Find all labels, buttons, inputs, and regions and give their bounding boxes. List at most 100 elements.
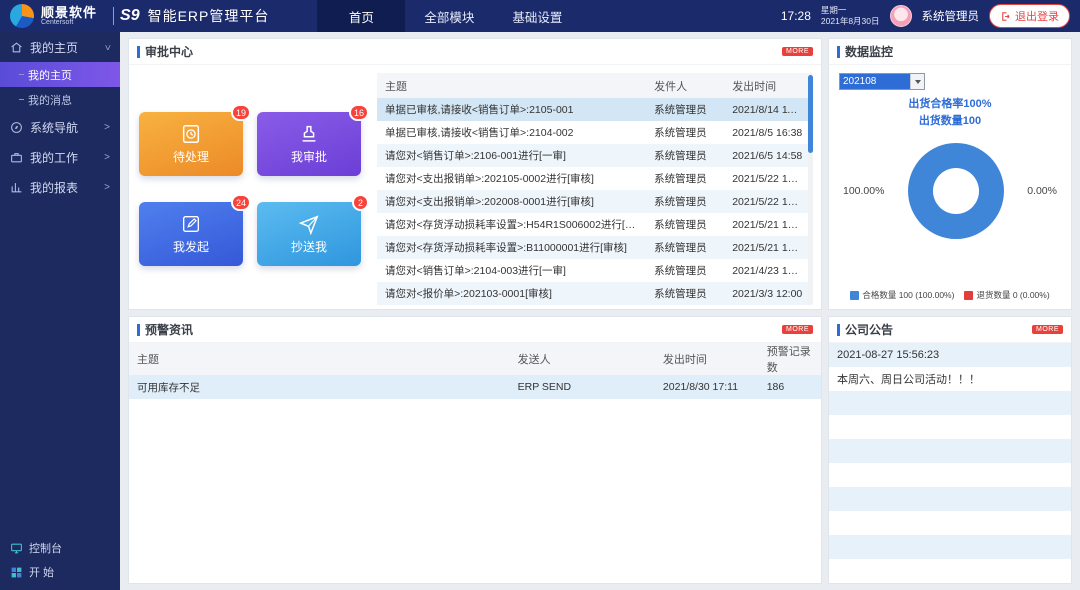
logout-button[interactable]: 退出登录 bbox=[989, 4, 1070, 28]
logout-label: 退出登录 bbox=[1015, 8, 1059, 24]
approval-row[interactable]: 请您对<报价单>:202103-0001[审核]系统管理员2021/3/3 12… bbox=[377, 282, 811, 305]
console-label: 控制台 bbox=[29, 540, 62, 556]
col-sender: 发件人 bbox=[646, 73, 724, 98]
col-sender: 发送人 bbox=[510, 343, 655, 375]
announcement-empty-row bbox=[829, 415, 1071, 439]
start-grid-icon bbox=[10, 566, 23, 579]
cc-count-badge: 2 bbox=[352, 194, 369, 211]
chevron-right-icon: > bbox=[104, 152, 110, 163]
legend-swatch-red bbox=[964, 291, 973, 300]
approval-row[interactable]: 单据已审核,请接收<销售订单>:2105-001系统管理员2021/8/14 1… bbox=[377, 98, 811, 121]
home-icon bbox=[10, 41, 23, 54]
my-approvals-count-badge: 16 bbox=[349, 104, 369, 121]
donut-left-label: 100.00% bbox=[843, 185, 884, 197]
announcement-date[interactable]: 2021-08-27 15:56:23 bbox=[829, 343, 1071, 367]
tile-initiated-by-me[interactable]: 24 我发起 bbox=[139, 202, 243, 266]
shipment-stats: 出货合格率100% 出货数量100 bbox=[839, 96, 1061, 129]
sidebar-item-label: 我的工作 bbox=[30, 149, 78, 166]
period-select[interactable]: 202108 bbox=[839, 73, 925, 90]
approval-more-button[interactable]: MORE bbox=[782, 47, 813, 56]
donut-right-label: 0.00% bbox=[1027, 185, 1057, 197]
sidebar-item-my-messages[interactable]: 我的消息 bbox=[0, 87, 120, 112]
legend-returns[interactable]: 退货数量 0 (0.00%) bbox=[964, 289, 1049, 301]
brand-name: 顺景软件 bbox=[41, 6, 97, 20]
data-monitor-title: 数据监控 bbox=[837, 43, 893, 60]
brand-subtitle: Centersoft bbox=[41, 19, 97, 26]
tab-all-modules[interactable]: 全部模块 bbox=[405, 0, 493, 32]
tab-basic-settings[interactable]: 基础设置 bbox=[493, 0, 581, 32]
sidebar-group-my-home[interactable]: 我的主页 > bbox=[0, 32, 120, 62]
pending-count-badge: 19 bbox=[231, 104, 251, 121]
approval-row[interactable]: 请您对<存货浮动损耗率设置>:H54R1S006002进行[审核]系统管理员20… bbox=[377, 213, 811, 236]
briefcase-icon bbox=[10, 151, 23, 164]
approval-row[interactable]: 请您对<支出报销单>:202105-0002进行[审核]系统管理员2021/5/… bbox=[377, 167, 811, 190]
period-value: 202108 bbox=[840, 74, 910, 89]
approval-row[interactable]: 请您对<销售订单>:2104-003进行[一审]系统管理员2021/4/23 1… bbox=[377, 259, 811, 282]
col-warning-count: 预警记录数 bbox=[759, 343, 821, 375]
console-monitor-icon bbox=[10, 542, 23, 555]
pass-rate-stat: 出货合格率100% bbox=[839, 96, 1061, 113]
shipment-qty-stat: 出货数量100 bbox=[839, 113, 1061, 130]
user-avatar[interactable] bbox=[890, 5, 912, 27]
stamp-icon bbox=[298, 123, 320, 145]
announcement-text[interactable]: 本周六、周日公司活动！！！ bbox=[829, 367, 1071, 391]
console-button[interactable]: 控制台 bbox=[0, 536, 120, 560]
approval-row[interactable]: 单据已审核,请接收<销售订单>:2104-002系统管理员2021/8/5 16… bbox=[377, 121, 811, 144]
warning-info-title: 预警资讯 bbox=[137, 321, 193, 338]
sidebar: 我的主页 > 我的主页 我的消息 系统导航 > 我的工作 > 我的报表 > 控制… bbox=[0, 32, 120, 590]
tile-label: 抄送我 bbox=[291, 238, 327, 255]
announcement-empty-row bbox=[829, 391, 1071, 415]
brand-logo-icon bbox=[10, 4, 34, 28]
announcement-empty-row bbox=[829, 535, 1071, 559]
scrollbar-thumb[interactable] bbox=[808, 75, 813, 153]
weekday-label: 星期一 bbox=[821, 5, 880, 16]
legend-qualified[interactable]: 合格数量 100 (100.00%) bbox=[850, 289, 954, 301]
col-sent-time: 发出时间 bbox=[655, 343, 759, 375]
sidebar-item-system-nav[interactable]: 系统导航 > bbox=[0, 112, 120, 142]
scrollbar-track bbox=[808, 73, 813, 305]
shipment-donut bbox=[908, 143, 1004, 239]
pending-clock-icon bbox=[180, 123, 202, 145]
approval-table: 主题 发件人 发出时间 单据已审核,请接收<销售订单>:2105-001系统管理… bbox=[377, 73, 811, 305]
col-sent-time: 发出时间 bbox=[724, 73, 811, 98]
warning-table: 主题 发送人 发出时间 预警记录数 可用库存不足 ERP SEND 2021/8… bbox=[129, 343, 821, 399]
warning-more-button[interactable]: MORE bbox=[782, 325, 813, 334]
edit-icon bbox=[180, 213, 202, 235]
date-label: 2021年8月30日 bbox=[821, 16, 880, 27]
approval-row[interactable]: 请您对<存货浮动损耗率设置>:B11000001进行[审核]系统管理员2021/… bbox=[377, 236, 811, 259]
tab-home[interactable]: 首页 bbox=[317, 0, 405, 32]
username-label: 系统管理员 bbox=[922, 8, 980, 24]
start-button[interactable]: 开 始 bbox=[0, 560, 120, 584]
tile-my-approvals[interactable]: 16 我审批 bbox=[257, 112, 361, 176]
dropdown-arrow-icon bbox=[910, 74, 924, 89]
panel-announcements: 公司公告 MORE 2021-08-27 15:56:23 本周六、周日公司活动… bbox=[828, 316, 1072, 584]
legend-swatch-blue bbox=[850, 291, 859, 300]
announcement-list: 2021-08-27 15:56:23 本周六、周日公司活动！！！ bbox=[829, 343, 1071, 583]
sidebar-item-label: 系统导航 bbox=[30, 119, 78, 136]
approval-row[interactable]: 请您对<销售订单>:2106-001进行[一审]系统管理员2021/6/5 14… bbox=[377, 144, 811, 167]
initiated-count-badge: 24 bbox=[231, 194, 251, 211]
panel-warning-info: 预警资讯 MORE 主题 发送人 发出时间 预警记录数 bbox=[128, 316, 822, 584]
top-nav: 首页 全部模块 基础设置 bbox=[317, 0, 581, 32]
announcement-empty-row bbox=[829, 439, 1071, 463]
sidebar-item-my-reports[interactable]: 我的报表 > bbox=[0, 172, 120, 202]
approval-row[interactable]: 请您对<支出报销单>:202008-0001进行[审核]系统管理员2021/5/… bbox=[377, 190, 811, 213]
panel-approval-center: 审批中心 MORE 19 待处理 16 我审批 24 bbox=[128, 38, 822, 310]
tile-pending[interactable]: 19 待处理 bbox=[139, 112, 243, 176]
main-content: 审批中心 MORE 19 待处理 16 我审批 24 bbox=[120, 32, 1080, 590]
brand: 顺景软件 Centersoft bbox=[0, 0, 107, 32]
paper-plane-icon bbox=[298, 213, 320, 235]
sidebar-item-my-home[interactable]: 我的主页 bbox=[0, 62, 120, 87]
sidebar-item-my-work[interactable]: 我的工作 > bbox=[0, 142, 120, 172]
tile-cc-to-me[interactable]: 2 抄送我 bbox=[257, 202, 361, 266]
product-code: S9 bbox=[120, 7, 140, 25]
tile-label: 我发起 bbox=[173, 238, 209, 255]
col-subject: 主题 bbox=[377, 73, 646, 98]
sidebar-group-label: 我的主页 bbox=[30, 39, 78, 56]
announcements-more-button[interactable]: MORE bbox=[1032, 325, 1063, 334]
chart-legend: 合格数量 100 (100.00%) 退货数量 0 (0.00%) bbox=[829, 289, 1071, 301]
header-divider bbox=[113, 7, 114, 25]
announcement-empty-row bbox=[829, 463, 1071, 487]
warning-row[interactable]: 可用库存不足 ERP SEND 2021/8/30 17:11 186 bbox=[129, 375, 821, 399]
col-subject: 主题 bbox=[129, 343, 510, 375]
